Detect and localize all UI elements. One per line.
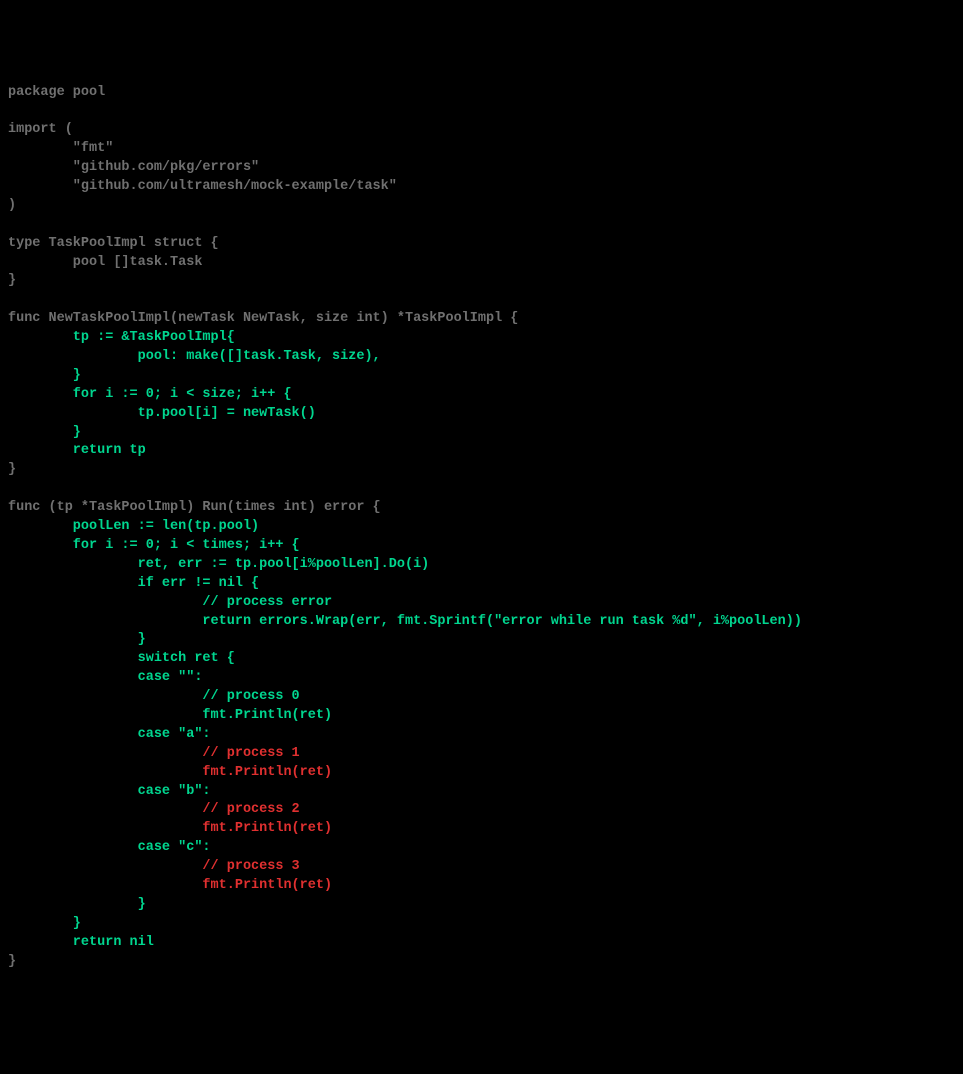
code-line: func (tp *TaskPoolImpl) Run(times int) e… [8, 499, 955, 518]
code-segment: for i := 0; i < times; i++ { [8, 538, 300, 553]
code-segment: case "b": [8, 784, 211, 799]
code-line: package pool [8, 84, 955, 103]
code-segment: poolLen := len(tp.pool) [8, 519, 259, 534]
code-segment: return tp [8, 443, 146, 458]
code-segment: } [8, 954, 16, 969]
code-segment: func NewTaskPoolImpl(newTask NewTask, si… [8, 311, 518, 326]
code-line: } [8, 461, 955, 480]
code-line: case "": [8, 669, 955, 688]
code-line: ) [8, 197, 955, 216]
code-line: for i := 0; i < times; i++ { [8, 537, 955, 556]
code-line: pool []task.Task [8, 254, 955, 273]
code-block: package pool import ( "fmt" "github.com/… [8, 84, 955, 972]
code-segment: fmt.Println(ret) [8, 821, 332, 836]
code-segment: for i := 0; i < size; i++ { [8, 387, 292, 402]
code-line: tp.pool[i] = newTask() [8, 405, 955, 424]
code-line: "fmt" [8, 140, 955, 159]
code-segment: switch ret { [8, 651, 235, 666]
code-segment: tp.pool[i] = newTask() [8, 406, 316, 421]
code-line: // process 3 [8, 858, 955, 877]
code-segment: } [8, 632, 146, 647]
code-line: type TaskPoolImpl struct { [8, 235, 955, 254]
code-segment: if err != nil { [8, 576, 259, 591]
code-segment: ret, err := tp.pool[i%poolLen].Do(i) [8, 557, 429, 572]
code-line: fmt.Println(ret) [8, 764, 955, 783]
code-segment: } [8, 425, 81, 440]
code-segment: fmt.Println(ret) [8, 708, 332, 723]
code-segment: fmt.Println(ret) [8, 878, 332, 893]
code-segment: "github.com/ultramesh/mock-example/task" [8, 179, 397, 194]
code-segment: package pool [8, 85, 105, 100]
code-segment: // process error [8, 595, 332, 610]
code-segment: "github.com/pkg/errors" [8, 160, 259, 175]
code-line [8, 102, 955, 121]
code-segment: type TaskPoolImpl struct { [8, 236, 219, 251]
code-segment: case "c": [8, 840, 211, 855]
code-line: } [8, 896, 955, 915]
code-line: poolLen := len(tp.pool) [8, 518, 955, 537]
code-line: // process 2 [8, 801, 955, 820]
code-segment: } [8, 462, 16, 477]
code-line [8, 216, 955, 235]
code-line: case "a": [8, 726, 955, 745]
code-line: func NewTaskPoolImpl(newTask NewTask, si… [8, 310, 955, 329]
code-line: for i := 0; i < size; i++ { [8, 386, 955, 405]
code-segment: // process 3 [8, 859, 300, 874]
code-segment: case "a": [8, 727, 211, 742]
code-segment: return errors.Wrap(err, fmt.Sprintf("err… [8, 614, 802, 629]
code-segment: return nil [8, 935, 154, 950]
code-segment: // process 0 [8, 689, 300, 704]
code-segment: } [8, 916, 81, 931]
code-line: case "c": [8, 839, 955, 858]
code-line: return errors.Wrap(err, fmt.Sprintf("err… [8, 613, 955, 632]
code-line: pool: make([]task.Task, size), [8, 348, 955, 367]
code-line: tp := &TaskPoolImpl{ [8, 329, 955, 348]
code-line: } [8, 424, 955, 443]
code-segment: tp := &TaskPoolImpl{ [8, 330, 235, 345]
code-segment: } [8, 368, 81, 383]
code-line: // process 0 [8, 688, 955, 707]
code-line: fmt.Println(ret) [8, 820, 955, 839]
code-segment: case "": [8, 670, 202, 685]
code-segment: ) [8, 198, 16, 213]
code-line: } [8, 631, 955, 650]
code-line: import ( [8, 121, 955, 140]
code-line: } [8, 953, 955, 972]
code-segment: fmt.Println(ret) [8, 765, 332, 780]
code-line: return tp [8, 442, 955, 461]
code-line: // process error [8, 594, 955, 613]
code-line: } [8, 915, 955, 934]
code-line: ret, err := tp.pool[i%poolLen].Do(i) [8, 556, 955, 575]
code-line: case "b": [8, 783, 955, 802]
code-line: return nil [8, 934, 955, 953]
code-line: // process 1 [8, 745, 955, 764]
code-segment: } [8, 897, 146, 912]
code-line: fmt.Println(ret) [8, 877, 955, 896]
code-line: } [8, 272, 955, 291]
code-line: switch ret { [8, 650, 955, 669]
code-line: fmt.Println(ret) [8, 707, 955, 726]
code-segment: pool []task.Task [8, 255, 202, 270]
code-line: } [8, 367, 955, 386]
code-line: "github.com/ultramesh/mock-example/task" [8, 178, 955, 197]
code-line: if err != nil { [8, 575, 955, 594]
code-segment: // process 2 [8, 802, 300, 817]
code-segment: } [8, 273, 16, 288]
code-line [8, 480, 955, 499]
code-segment: import ( [8, 122, 73, 137]
code-line [8, 291, 955, 310]
code-segment: func (tp *TaskPoolImpl) Run(times int) e… [8, 500, 381, 515]
code-line: "github.com/pkg/errors" [8, 159, 955, 178]
code-segment: "fmt" [8, 141, 113, 156]
code-segment: // process 1 [8, 746, 300, 761]
code-segment: pool: make([]task.Task, size), [8, 349, 381, 364]
